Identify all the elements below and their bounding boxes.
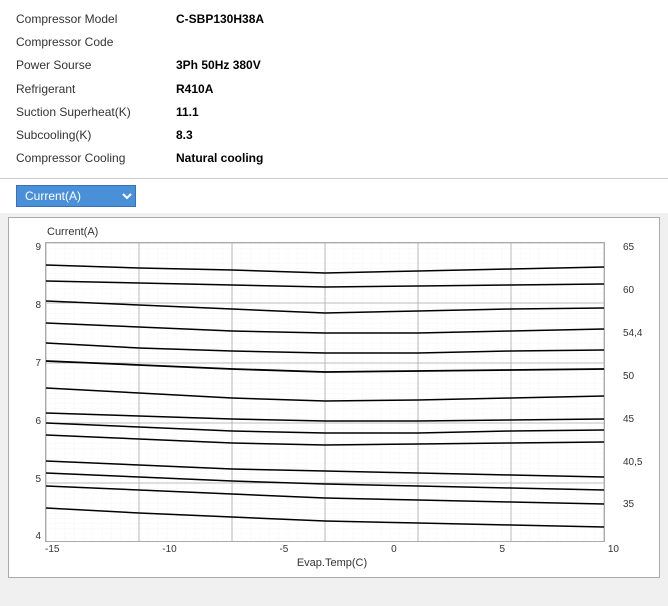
compressor-model-row: Compressor Model C-SBP130H38A xyxy=(16,8,652,31)
right-label-544: 54,4 xyxy=(623,328,651,339)
power-source-value: 3Ph 50Hz 380V xyxy=(176,56,261,75)
x-label-neg5: -5 xyxy=(279,544,288,555)
chart-svg xyxy=(45,242,605,542)
compressor-cooling-row: Compressor Cooling Natural cooling xyxy=(16,147,652,170)
chart-type-dropdown[interactable]: Current(A) Power(W) EER xyxy=(16,185,136,207)
x-axis-title: Evap.Temp(C) xyxy=(45,557,619,569)
chart-svg-wrapper xyxy=(45,242,619,542)
suction-superheat-row: Suction Superheat(K) 11.1 xyxy=(16,101,652,124)
suction-superheat-value: 11.1 xyxy=(176,103,199,122)
dropdown-row: Current(A) Power(W) EER xyxy=(0,179,668,213)
y-label-9: 9 xyxy=(17,242,41,253)
compressor-code-row: Compressor Code xyxy=(16,31,652,54)
x-label-5: 5 xyxy=(500,544,506,555)
right-label-65: 65 xyxy=(623,242,651,253)
x-label-0: 0 xyxy=(391,544,397,555)
x-label-neg10: -10 xyxy=(162,544,176,555)
compressor-cooling-value: Natural cooling xyxy=(176,149,263,168)
chart-container: Current(A) 9 8 7 6 5 4 xyxy=(8,217,660,578)
chart-title: Current(A) xyxy=(47,226,651,238)
right-label-35: 35 xyxy=(623,499,651,510)
subcooling-value: 8.3 xyxy=(176,126,193,145)
y-label-4: 4 xyxy=(17,531,41,542)
suction-superheat-label: Suction Superheat(K) xyxy=(16,103,176,122)
x-label-neg15: -15 xyxy=(45,544,59,555)
right-label-50: 50 xyxy=(623,371,651,382)
x-label-10: 10 xyxy=(608,544,619,555)
compressor-code-label: Compressor Code xyxy=(16,33,176,52)
power-source-row: Power Sourse 3Ph 50Hz 380V xyxy=(16,54,652,77)
right-label-45: 45 xyxy=(623,414,651,425)
compressor-cooling-label: Compressor Cooling xyxy=(16,149,176,168)
power-source-label: Power Sourse xyxy=(16,56,176,75)
right-axis-labels: 65 60 54,4 50 45 40,5 35 xyxy=(619,242,651,542)
refrigerant-label: Refrigerant xyxy=(16,80,176,99)
y-label-7: 7 xyxy=(17,358,41,369)
x-axis-labels: -15 -10 -5 0 5 10 xyxy=(45,544,619,555)
subcooling-label: Subcooling(K) xyxy=(16,126,176,145)
y-label-8: 8 xyxy=(17,300,41,311)
y-axis-labels: 9 8 7 6 5 4 xyxy=(17,242,45,542)
x-axis-area: -15 -10 -5 0 5 10 Evap.Temp(C) xyxy=(45,544,619,569)
compressor-model-value: C-SBP130H38A xyxy=(176,10,264,29)
info-section: Compressor Model C-SBP130H38A Compressor… xyxy=(0,0,668,179)
y-label-5: 5 xyxy=(17,474,41,485)
right-label-60: 60 xyxy=(623,285,651,296)
y-label-6: 6 xyxy=(17,416,41,427)
compressor-model-label: Compressor Model xyxy=(16,10,176,29)
refrigerant-value: R410A xyxy=(176,80,213,99)
right-label-405: 40,5 xyxy=(623,457,651,468)
chart-area: 9 8 7 6 5 4 xyxy=(17,242,651,542)
subcooling-row: Subcooling(K) 8.3 xyxy=(16,124,652,147)
refrigerant-row: Refrigerant R410A xyxy=(16,78,652,101)
